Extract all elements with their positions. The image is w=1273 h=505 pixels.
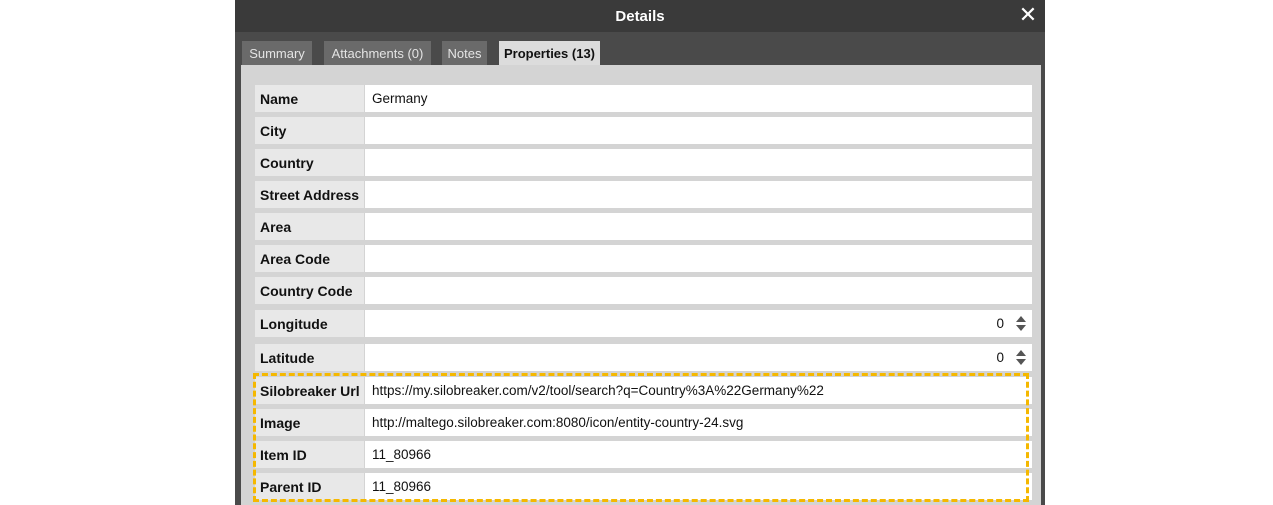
- area-code-field[interactable]: [365, 245, 1032, 272]
- tab-notes[interactable]: Notes: [442, 41, 487, 65]
- property-label: Parent ID: [255, 473, 364, 500]
- area-field[interactable]: [365, 213, 1032, 240]
- tab-bar: Summary Attachments (0) Notes Properties…: [235, 32, 1045, 65]
- property-row-area-code: Area Code: [255, 245, 1032, 272]
- country-code-field[interactable]: [365, 277, 1032, 304]
- latitude-value: 0: [996, 350, 1004, 365]
- longitude-spinner[interactable]: [1016, 316, 1026, 332]
- property-row-country: Country: [255, 149, 1032, 176]
- chevron-down-icon[interactable]: [1016, 359, 1026, 365]
- tab-attachments[interactable]: Attachments (0): [324, 41, 431, 65]
- property-label: Country: [255, 149, 364, 176]
- chevron-up-icon[interactable]: [1016, 316, 1026, 322]
- property-row-country-code: Country Code: [255, 277, 1032, 304]
- country-field[interactable]: [365, 149, 1032, 176]
- property-row-latitude: Latitude 0: [255, 344, 1032, 371]
- property-label: Area: [255, 213, 364, 240]
- property-row-city: City: [255, 117, 1032, 144]
- property-row-item-id: Item ID 11_80966: [255, 441, 1032, 468]
- property-row-longitude: Longitude 0: [255, 310, 1032, 337]
- chevron-up-icon[interactable]: [1016, 350, 1026, 356]
- longitude-value: 0: [996, 316, 1004, 331]
- title-bar: Details ✕: [235, 0, 1045, 32]
- property-label: Name: [255, 85, 364, 112]
- property-row-image: Image http://maltego.silobreaker.com:808…: [255, 409, 1032, 436]
- close-icon[interactable]: ✕: [1017, 4, 1039, 26]
- property-label: Latitude: [255, 344, 364, 371]
- property-label: Item ID: [255, 441, 364, 468]
- tab-summary[interactable]: Summary: [242, 41, 312, 65]
- longitude-field[interactable]: 0: [365, 310, 1032, 337]
- property-label: City: [255, 117, 364, 144]
- window-title: Details: [615, 7, 665, 25]
- tab-properties[interactable]: Properties (13): [499, 41, 600, 65]
- street-address-field[interactable]: [365, 181, 1032, 208]
- property-row-street-address: Street Address: [255, 181, 1032, 208]
- item-id-field[interactable]: 11_80966: [365, 441, 1032, 468]
- property-label: Country Code: [255, 277, 364, 304]
- properties-panel: Name Germany City Country Street Address…: [241, 65, 1041, 505]
- property-label: Street Address: [255, 181, 364, 208]
- latitude-spinner[interactable]: [1016, 350, 1026, 366]
- chevron-down-icon[interactable]: [1016, 325, 1026, 331]
- property-row-silobreaker-url: Silobreaker Url https://my.silobreaker.c…: [255, 377, 1032, 404]
- property-label: Silobreaker Url: [255, 377, 364, 404]
- details-window: Details ✕ Summary Attachments (0) Notes …: [235, 0, 1045, 505]
- parent-id-field[interactable]: 11_80966: [365, 473, 1032, 500]
- image-field[interactable]: http://maltego.silobreaker.com:8080/icon…: [365, 409, 1032, 436]
- property-label: Longitude: [255, 310, 364, 337]
- property-label: Image: [255, 409, 364, 436]
- property-row-area: Area: [255, 213, 1032, 240]
- latitude-field[interactable]: 0: [365, 344, 1032, 371]
- property-row-parent-id: Parent ID 11_80966: [255, 473, 1032, 500]
- silobreaker-url-field[interactable]: https://my.silobreaker.com/v2/tool/searc…: [365, 377, 1032, 404]
- property-row-name: Name Germany: [255, 85, 1032, 112]
- property-label: Area Code: [255, 245, 364, 272]
- name-field[interactable]: Germany: [365, 85, 1032, 112]
- city-field[interactable]: [365, 117, 1032, 144]
